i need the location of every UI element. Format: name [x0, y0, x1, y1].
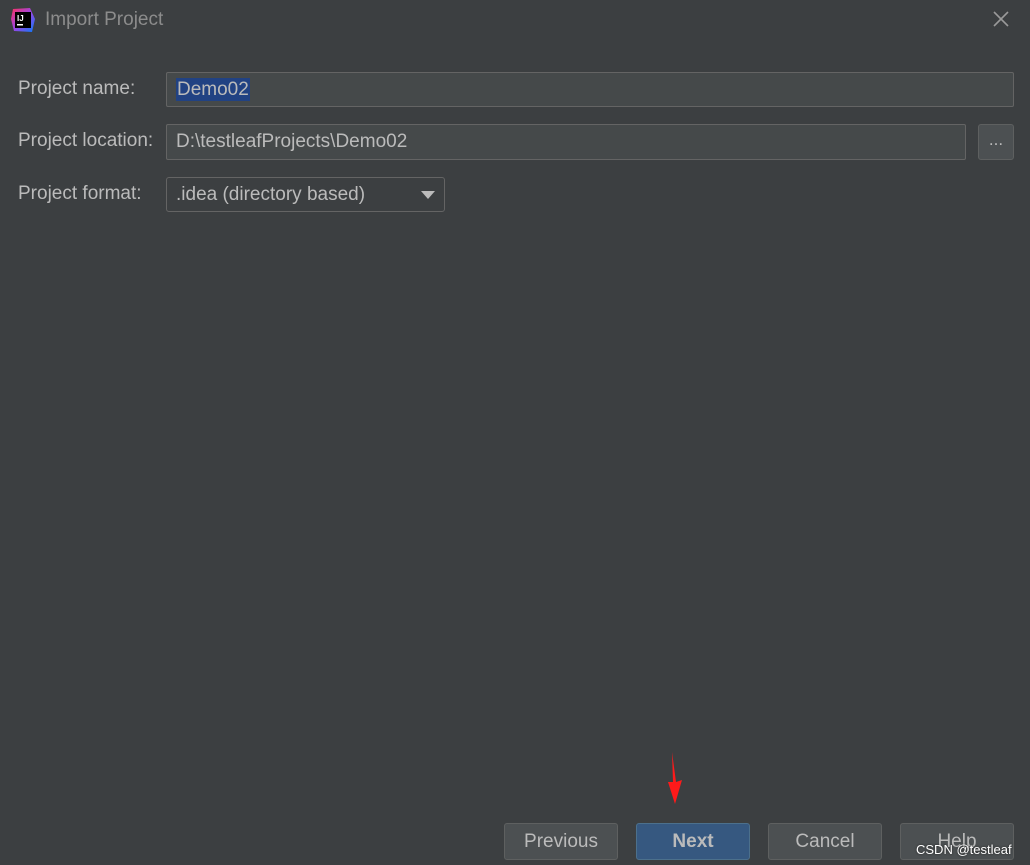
project-format-value: .idea (directory based)	[176, 184, 366, 205]
window-title: Import Project	[45, 9, 164, 30]
intellij-idea-icon: IJ	[11, 8, 35, 32]
svg-text:IJ: IJ	[17, 14, 24, 23]
cancel-button[interactable]: Cancel	[768, 823, 882, 860]
project-name-value: Demo02	[176, 78, 250, 101]
import-project-dialog: IJ Import Project Project name: Demo02 P…	[0, 0, 1030, 865]
browse-button[interactable]: ...	[978, 124, 1014, 160]
red-arrow-annotation	[668, 752, 682, 804]
title-bar: IJ Import Project	[0, 0, 1030, 40]
project-name-label: Project name:	[18, 78, 136, 99]
project-name-input[interactable]: Demo02	[166, 72, 1014, 107]
project-location-label: Project location:	[18, 130, 154, 151]
next-button[interactable]: Next	[636, 823, 750, 860]
project-format-select[interactable]: .idea (directory based)	[166, 177, 445, 212]
previous-button[interactable]: Previous	[504, 823, 618, 860]
csdn-watermark: CSDN @testleaf	[916, 842, 1012, 857]
chevron-down-icon	[421, 191, 435, 199]
project-format-label: Project format:	[18, 183, 142, 204]
project-location-value: D:\testleafProjects\Demo02	[176, 131, 408, 152]
close-icon[interactable]	[986, 5, 1016, 35]
project-location-input[interactable]: D:\testleafProjects\Demo02	[166, 124, 966, 160]
